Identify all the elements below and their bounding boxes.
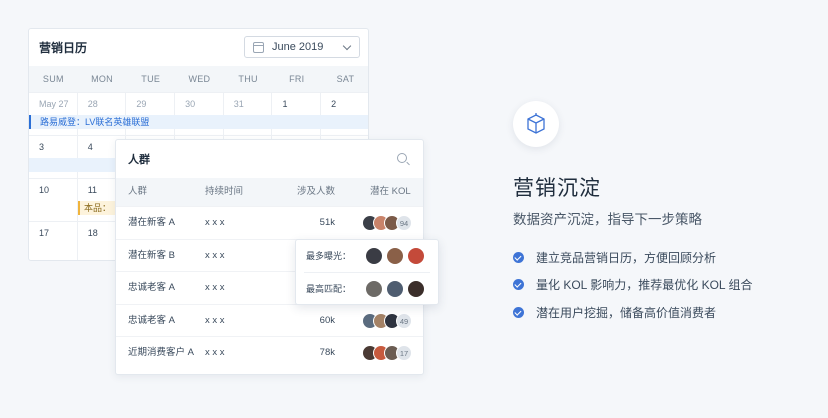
table-header: 人群 持续时间 涉及人数 潜在 KOL xyxy=(116,178,423,206)
month-select[interactable]: June 2019 xyxy=(244,36,360,58)
column-header[interactable]: 涉及人数 xyxy=(297,178,335,206)
kol-more-count: 94 xyxy=(396,215,412,231)
weekday-label: SUM xyxy=(42,74,64,84)
feature-point: 建立竞品营销日历，方便回顾分析 xyxy=(513,249,716,266)
feature-point-text: 潜在用户挖掘，储备高价值消费者 xyxy=(536,306,717,320)
weekday-label: FRI xyxy=(289,74,305,84)
search-icon[interactable] xyxy=(397,153,407,163)
feature-point-text: 量化 KOL 影响力，推荐最优化 KOL 组合 xyxy=(536,278,753,292)
feature-point-text: 建立竞品营销日历，方便回顾分析 xyxy=(536,251,717,265)
audience-name: 忠诚老客 A xyxy=(128,314,175,326)
calendar-icon xyxy=(253,41,264,53)
weekday-label: SAT xyxy=(336,74,355,84)
table-row[interactable]: 潜在新客 A x x x 51k 94 xyxy=(116,206,423,239)
month-select-value: June 2019 xyxy=(272,41,324,53)
check-circle-icon xyxy=(513,307,524,318)
column-header[interactable]: 潜在 KOL xyxy=(370,178,411,206)
popover-label: 最高匹配： xyxy=(306,284,352,294)
table-row[interactable]: 近期消费客户 A x x x 78k 17 xyxy=(116,336,423,369)
feature-badge xyxy=(513,101,559,147)
kol-avatars[interactable]: 49 xyxy=(362,312,412,329)
audience-count: 78k xyxy=(319,347,335,359)
kol-avatars[interactable]: 94 xyxy=(362,215,412,231)
audience-name: 潜在新客 B xyxy=(128,249,175,261)
avatar[interactable] xyxy=(387,248,403,264)
column-header[interactable]: 人群 xyxy=(128,178,147,206)
calendar-title: 营销日历 xyxy=(39,40,88,55)
popover-label: 最多曝光： xyxy=(306,251,352,261)
audience-count: 51k xyxy=(319,217,335,228)
feature-title: 营销沉淀 xyxy=(513,177,601,200)
popover-row: 最高匹配： xyxy=(304,272,430,304)
feature-point: 量化 KOL 影响力，推荐最优化 KOL 组合 xyxy=(513,276,752,293)
weekday-header: SUM MON TUE WED THU FRI SAT xyxy=(29,66,368,92)
audience-duration: x x x xyxy=(205,282,225,294)
kol-avatars xyxy=(366,248,424,264)
audience-duration: x x x xyxy=(205,347,225,359)
kol-popover: 最多曝光： 最高匹配： xyxy=(295,239,439,305)
audience-title: 人群 xyxy=(128,154,150,166)
audience-duration: x x x xyxy=(205,217,225,228)
avatar[interactable] xyxy=(408,248,424,264)
table-row[interactable]: 忠诚老客 A x x x 60k 49 xyxy=(116,303,423,337)
audience-duration: x x x xyxy=(205,314,225,326)
kol-more-count: 49 xyxy=(396,312,412,329)
weekday-label: THU xyxy=(238,74,258,84)
avatar[interactable] xyxy=(366,248,382,264)
weekday-label: MON xyxy=(91,74,113,84)
kol-avatars[interactable]: 17 xyxy=(362,345,412,362)
check-circle-icon xyxy=(513,252,524,263)
popover-row: 最多曝光： xyxy=(296,240,438,272)
avatar[interactable] xyxy=(408,281,424,297)
audience-name: 近期消费客户 A xyxy=(128,347,194,359)
weekday-label: WED xyxy=(188,74,211,84)
calendar-day[interactable]: 17 xyxy=(29,222,78,260)
check-circle-icon xyxy=(513,279,524,290)
chevron-down-icon xyxy=(342,41,352,51)
calendar-event[interactable]: 路易威登：LV联名英雄联盟 xyxy=(29,115,368,129)
avatar[interactable] xyxy=(366,281,382,297)
weekday-label: TUE xyxy=(141,74,161,84)
column-header[interactable]: 持续时间 xyxy=(205,178,243,206)
audience-name: 忠诚老客 A xyxy=(128,282,175,294)
kol-more-count: 17 xyxy=(396,345,412,362)
feature-subtitle: 数据资产沉淀，指导下一步策略 xyxy=(513,212,702,227)
avatar[interactable] xyxy=(387,281,403,297)
calendar-week: May 27 28 29 30 31 1 2 路易威登：LV联名英雄联盟 xyxy=(29,92,368,135)
audience-name: 潜在新客 A xyxy=(128,217,175,228)
audience-header: 人群 xyxy=(116,140,423,178)
audience-duration: x x x xyxy=(205,249,225,261)
calendar-day[interactable]: 10 xyxy=(29,179,78,221)
kol-avatars xyxy=(366,281,424,297)
feature-point: 潜在用户挖掘，储备高价值消费者 xyxy=(513,304,716,321)
cube-icon xyxy=(527,113,545,134)
audience-count: 60k xyxy=(319,314,335,326)
calendar-event[interactable]: 本品： xyxy=(78,201,118,215)
